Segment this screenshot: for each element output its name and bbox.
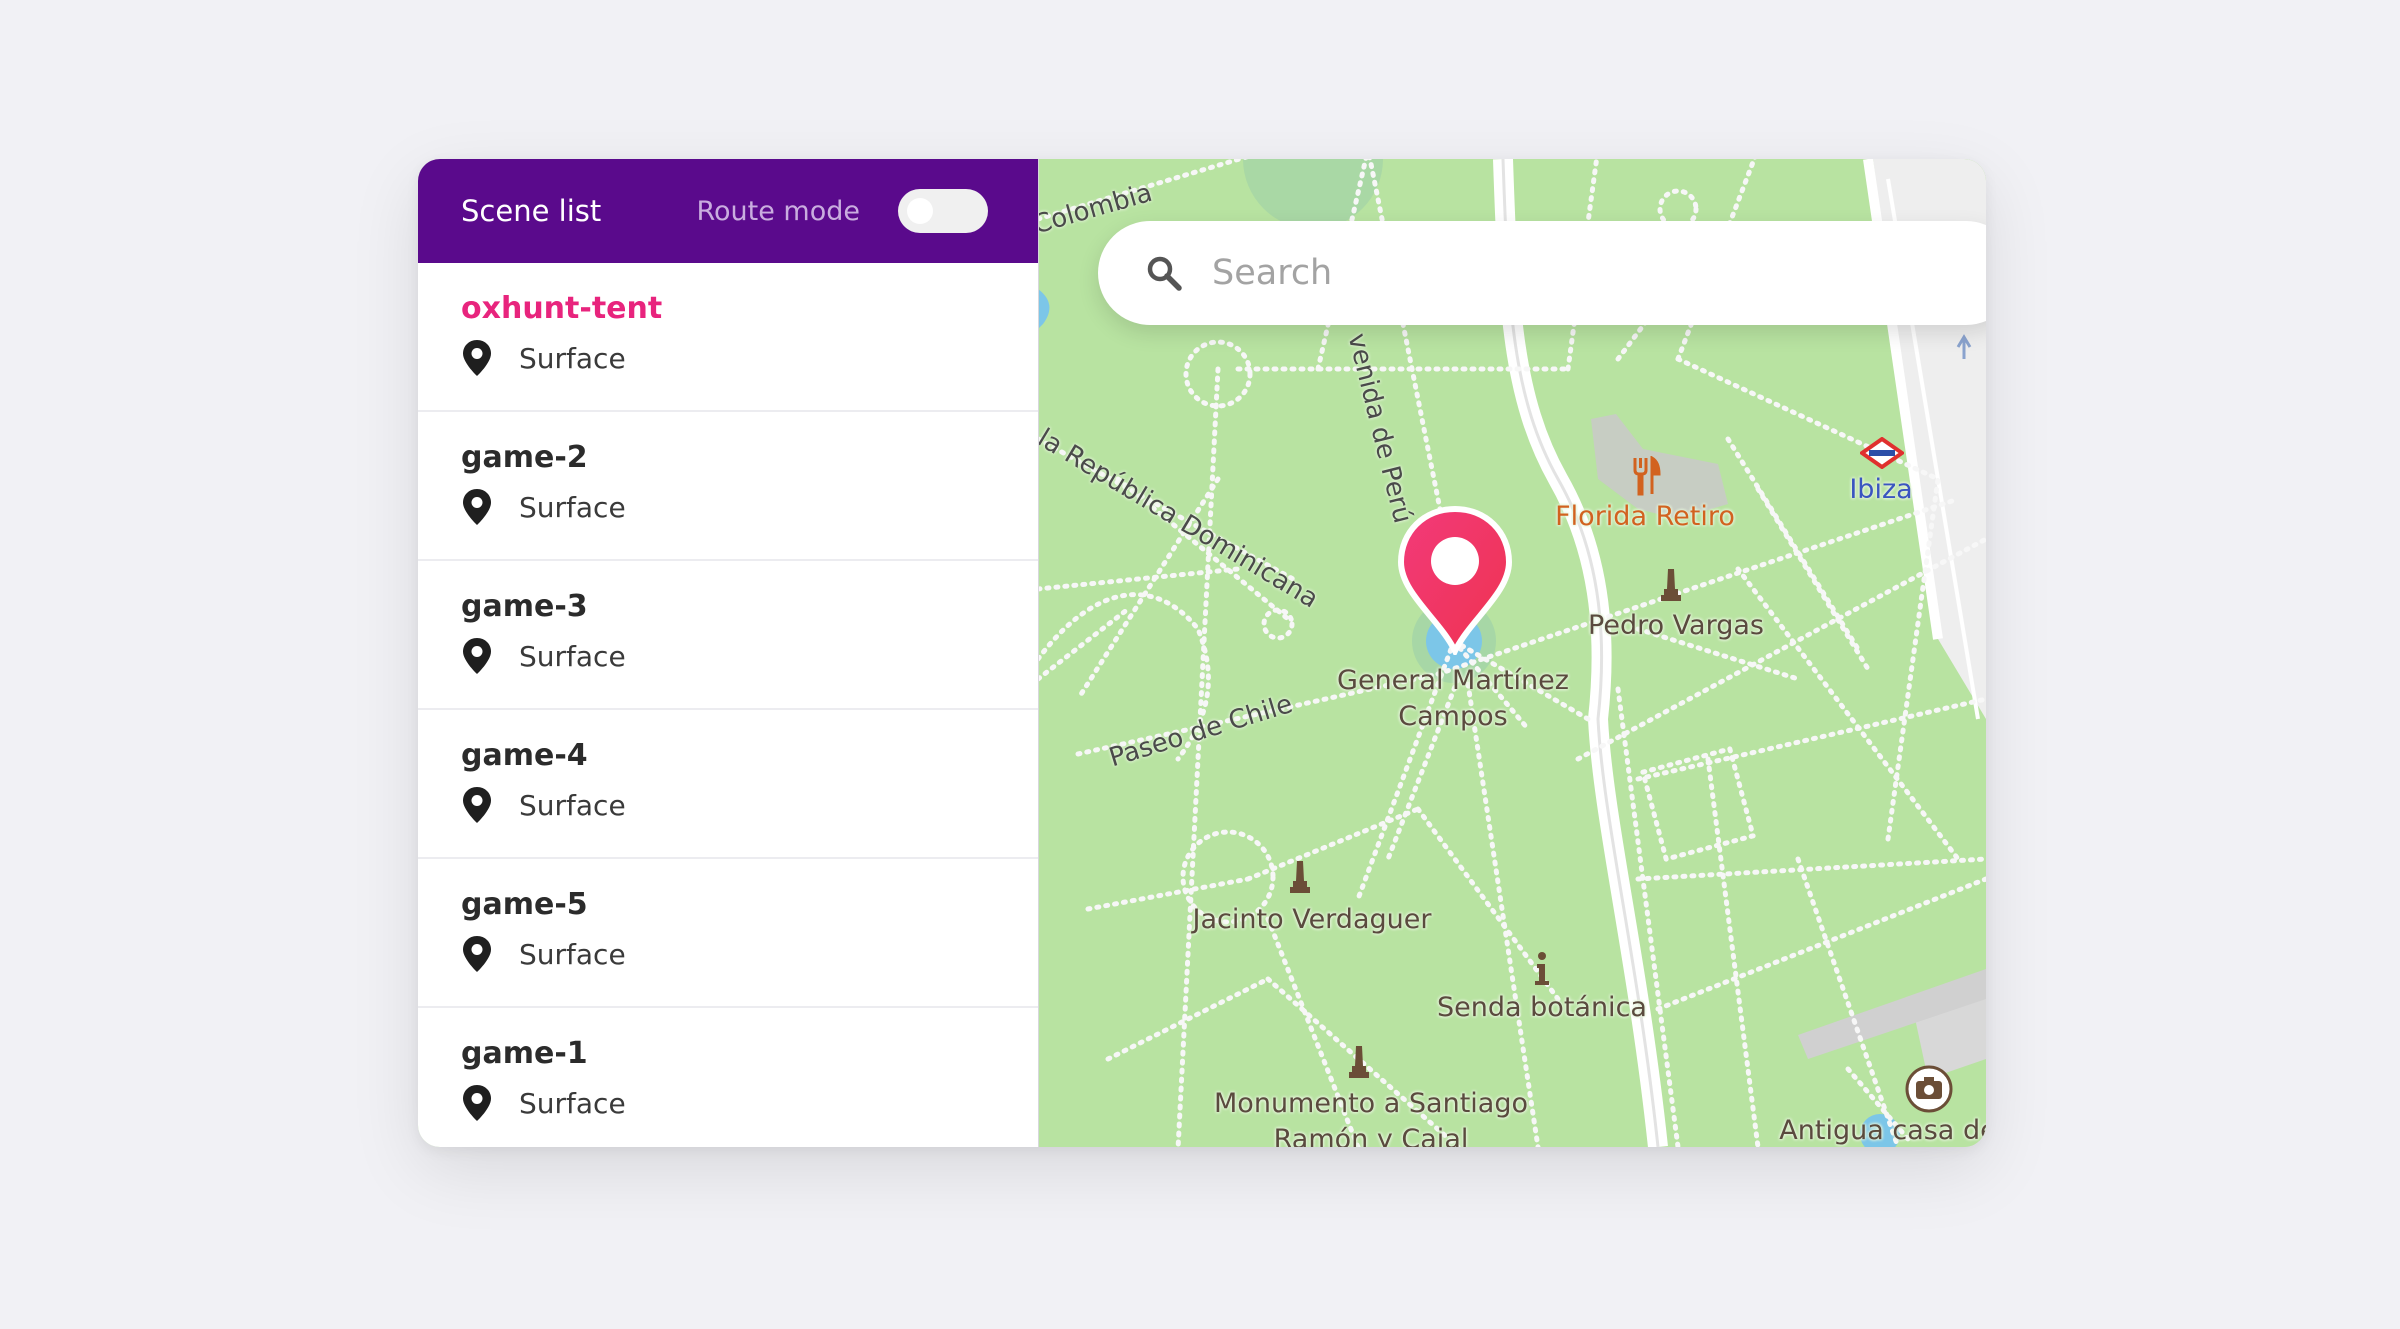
metro-icon[interactable] xyxy=(1860,437,1904,469)
scene-type: Surface xyxy=(519,1086,626,1120)
toggle-knob xyxy=(907,198,933,224)
scene-meta: Surface xyxy=(461,339,1038,377)
location-pin-icon xyxy=(463,1085,491,1121)
camera-icon[interactable] xyxy=(1904,1064,1954,1114)
scene-type: Surface xyxy=(519,937,626,971)
scene-meta: Surface xyxy=(461,935,1038,973)
app-window: Scene list Route mode oxhunt-tent Surfac… xyxy=(418,159,1986,1147)
search-input[interactable] xyxy=(1210,252,1914,294)
scene-meta: Surface xyxy=(461,637,1038,675)
search-bar[interactable] xyxy=(1098,221,1986,325)
scene-meta: Surface xyxy=(461,1084,1038,1122)
place-label-line: Ramón y Cajal xyxy=(1273,1124,1469,1147)
scene-list-panel: Scene list Route mode oxhunt-tent Surfac… xyxy=(418,159,1039,1147)
location-pin-icon xyxy=(463,489,491,525)
place-label-martinez: General Martínez Campos xyxy=(1337,663,1569,735)
place-label-florida: Florida Retiro xyxy=(1555,501,1735,532)
place-label-monumento: Monumento a Santiago Ramón y Cajal xyxy=(1214,1086,1528,1147)
scene-type: Surface xyxy=(519,639,626,673)
location-pin-icon xyxy=(463,638,491,674)
scene-name: game-1 xyxy=(461,1036,588,1071)
place-label-line: General Martínez xyxy=(1337,665,1569,696)
scene-name: game-3 xyxy=(461,589,588,624)
monument-icon[interactable] xyxy=(1659,567,1683,603)
location-pin-icon xyxy=(463,936,491,972)
panel-title: Scene list xyxy=(461,194,602,228)
scene-item[interactable]: game-2 Surface xyxy=(418,412,1038,561)
scene-name: game-5 xyxy=(461,887,588,922)
scene-item[interactable]: game-4 Surface xyxy=(418,710,1038,859)
place-label-vargas: Pedro Vargas xyxy=(1588,610,1764,641)
info-icon[interactable] xyxy=(1531,951,1553,987)
route-mode-label: Route mode xyxy=(696,195,860,227)
scene-type: Surface xyxy=(519,341,626,375)
place-label-line: Campos xyxy=(1398,701,1508,732)
scene-meta: Surface xyxy=(461,786,1038,824)
route-mode-toggle[interactable] xyxy=(898,189,988,233)
place-label-senda: Senda botánica xyxy=(1437,992,1647,1023)
search-icon xyxy=(1147,256,1182,291)
scene-type: Surface xyxy=(519,788,626,822)
scene-name: game-2 xyxy=(461,440,588,475)
scene-item[interactable]: oxhunt-tent Surface xyxy=(418,263,1038,412)
scene-meta: Surface xyxy=(461,488,1038,526)
monument-icon[interactable] xyxy=(1347,1044,1371,1080)
location-pin-icon xyxy=(463,787,491,823)
scene-name: game-4 xyxy=(461,738,588,773)
scene-item[interactable]: game-1 Surface xyxy=(418,1008,1038,1147)
scene-type: Surface xyxy=(519,490,626,524)
panel-header: Scene list Route mode xyxy=(418,159,1038,263)
map-marker-icon[interactable] xyxy=(1395,505,1515,655)
place-label-verdaguer: Jacinto Verdaguer xyxy=(1192,904,1432,935)
scene-item[interactable]: game-3 Surface xyxy=(418,561,1038,710)
scene-item[interactable]: game-5 Surface xyxy=(418,859,1038,1008)
monument-icon[interactable] xyxy=(1288,859,1312,895)
restaurant-icon[interactable] xyxy=(1631,456,1661,496)
location-pin-icon xyxy=(463,340,491,376)
place-label-ibiza: Ibiza xyxy=(1849,474,1913,505)
place-label-antigua: Antigua casa de xyxy=(1779,1115,1986,1146)
place-label-line: Monumento a Santiago xyxy=(1214,1088,1528,1119)
scene-name: oxhunt-tent xyxy=(461,291,663,326)
